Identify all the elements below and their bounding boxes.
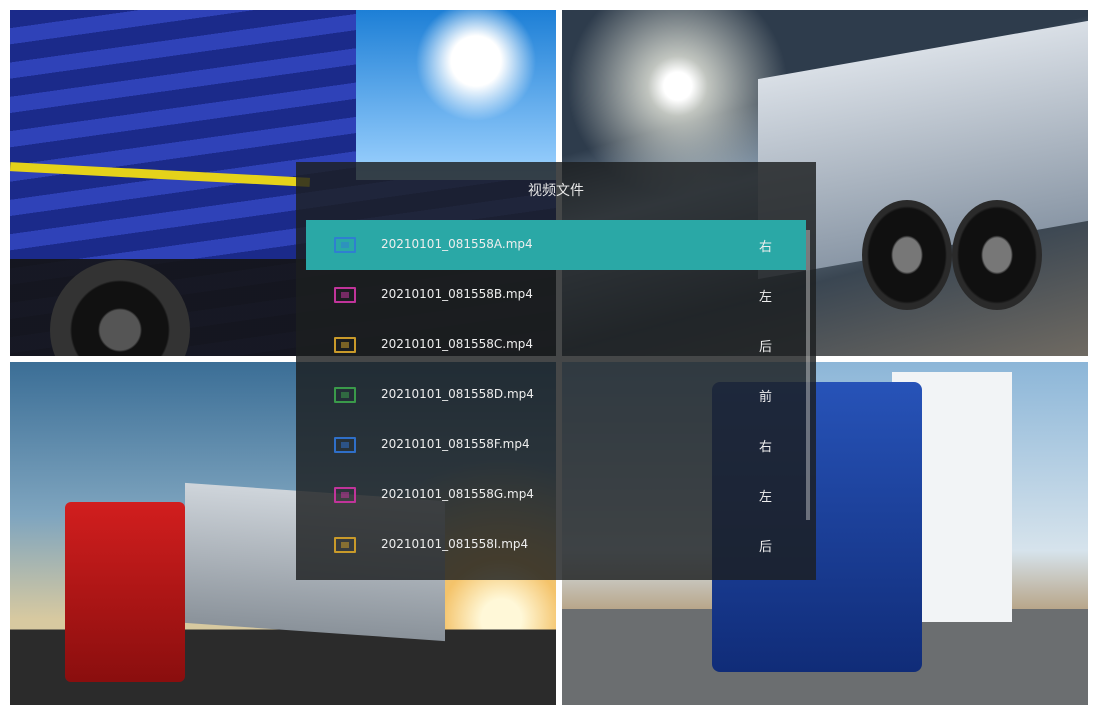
file-list-item[interactable]: 20210101_081558I.mp4 后 xyxy=(306,520,806,570)
video-file-icon xyxy=(334,437,356,453)
file-list-item[interactable]: 20210101_081558G.mp4 左 xyxy=(306,470,806,520)
file-list-item[interactable]: 20210101_081558A.mp4 右 xyxy=(306,220,806,270)
file-list: 20210101_081558A.mp4 右 20210101_081558B.mp… xyxy=(306,220,806,570)
file-name: 20210101_081558B.mp4 xyxy=(381,287,533,301)
file-list-item[interactable]: 20210101_081558F.mp4 右 xyxy=(306,420,806,470)
truck-wheel xyxy=(862,200,952,310)
truck-wheel xyxy=(50,260,190,356)
dialog-title: 视频文件 xyxy=(528,183,584,199)
video-file-icon xyxy=(334,387,356,403)
file-list-item[interactable]: 20210101_081558D.mp4 前 xyxy=(306,370,806,420)
file-name: 20210101_081558G.mp4 xyxy=(381,487,534,501)
video-file-dialog: 视频文件 20210101_081558A.mp4 右 20210101_08155… xyxy=(296,162,816,580)
video-file-icon xyxy=(334,337,356,353)
camera-position-label: 后 xyxy=(759,340,773,355)
list-scrollbar[interactable] xyxy=(806,230,810,520)
file-name: 20210101_081558C.mp4 xyxy=(381,337,534,351)
file-name: 20210101_081558D.mp4 xyxy=(381,387,534,401)
trailer-stripe xyxy=(10,162,311,187)
video-file-icon xyxy=(334,487,356,503)
file-name: 20210101_081558I.mp4 xyxy=(381,537,529,551)
video-file-icon xyxy=(334,237,356,253)
video-file-icon xyxy=(334,537,356,553)
file-name: 20210101_081558A.mp4 xyxy=(381,237,533,251)
camera-position-label: 前 xyxy=(759,390,773,405)
truck-wheel xyxy=(952,200,1042,310)
file-name: 20210101_081558F.mp4 xyxy=(381,437,530,451)
camera-position-label: 右 xyxy=(759,240,773,255)
red-truck-cab xyxy=(65,502,185,682)
video-file-icon xyxy=(334,287,356,303)
camera-position-label: 左 xyxy=(759,490,773,505)
file-list-item[interactable]: 20210101_081558C.mp4 后 xyxy=(306,320,806,370)
camera-position-label: 后 xyxy=(759,540,773,555)
sky-background xyxy=(356,10,556,180)
camera-position-label: 左 xyxy=(759,290,773,305)
camera-position-label: 右 xyxy=(759,440,773,455)
file-list-item[interactable]: 20210101_081558B.mp4 左 xyxy=(306,270,806,320)
